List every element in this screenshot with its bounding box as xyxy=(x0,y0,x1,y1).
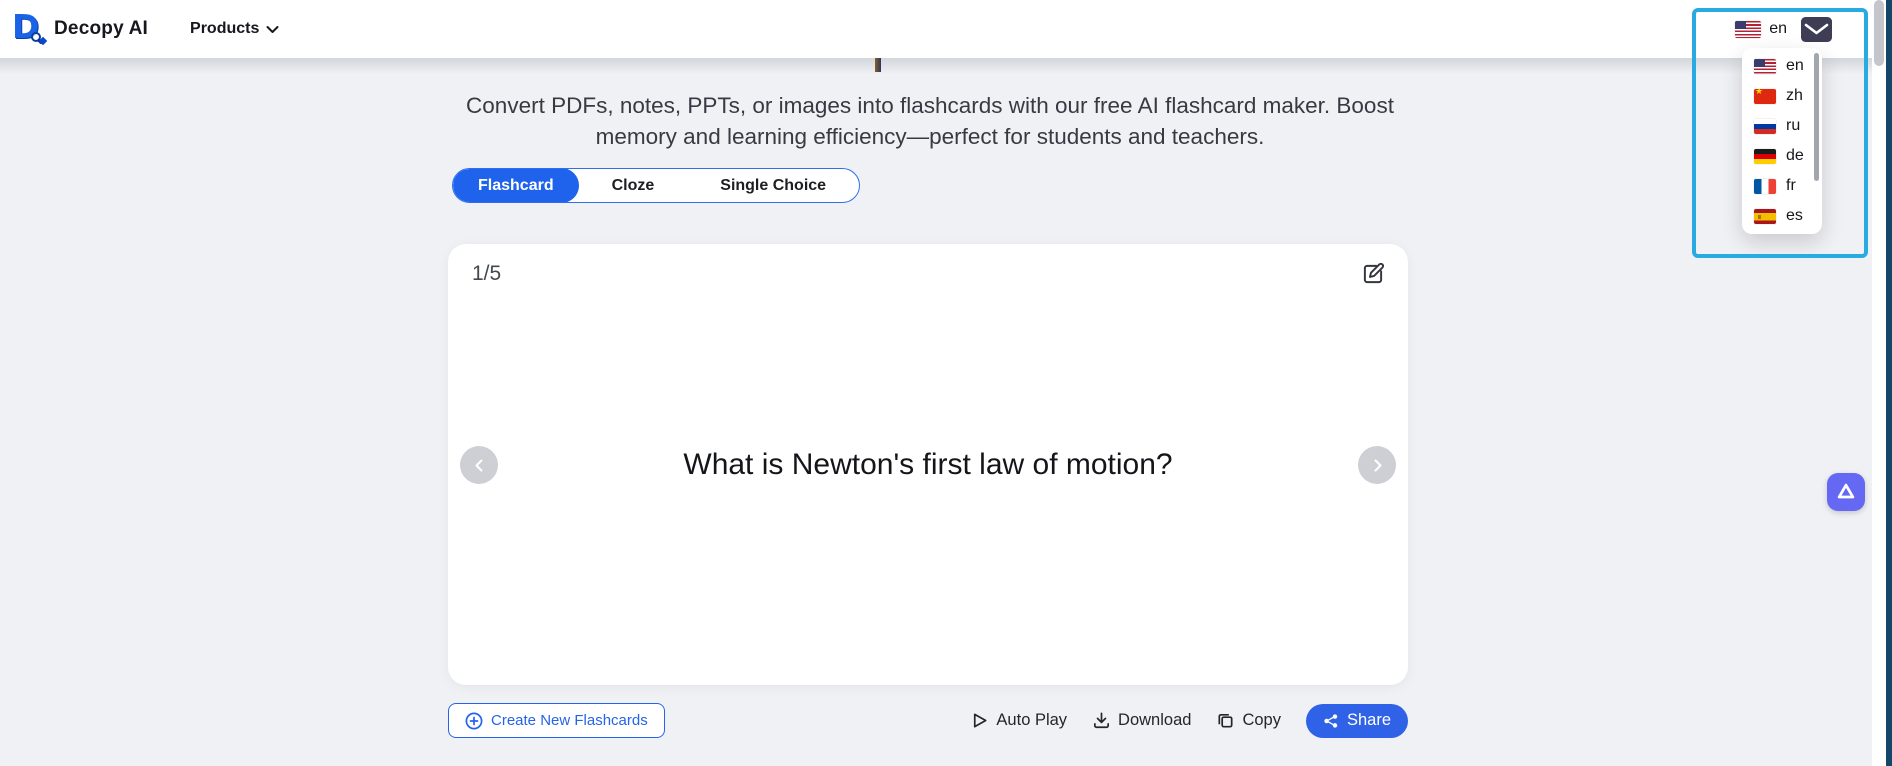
decopy-logo-icon: D xyxy=(10,10,46,48)
card-actions: Auto Play Download Copy Share xyxy=(970,704,1408,738)
triangle-knot-logo-icon xyxy=(1835,481,1857,503)
language-menu-scrollbar-thumb[interactable] xyxy=(1814,53,1819,181)
page-scrollbar-track[interactable] xyxy=(1872,0,1886,766)
brand-name: Decopy AI xyxy=(54,18,148,40)
auto-play-button[interactable]: Auto Play xyxy=(970,711,1067,730)
flag-es-icon xyxy=(1754,209,1776,224)
flag-fr-icon xyxy=(1754,179,1776,194)
card-toolbar: Create New Flashcards Auto Play Download… xyxy=(448,702,1408,739)
page: D Decopy AI Products en Convert PDFs, no… xyxy=(0,0,1892,766)
flag-cn-icon xyxy=(1754,89,1776,104)
tab-single-choice[interactable]: Single Choice xyxy=(687,170,859,202)
language-menu-item-zh[interactable]: zh xyxy=(1742,81,1822,111)
share-nodes-icon xyxy=(1323,713,1339,729)
flag-us-icon xyxy=(1735,21,1761,38)
play-outline-icon xyxy=(970,711,989,730)
copy-button[interactable]: Copy xyxy=(1216,711,1281,730)
flag-ru-icon xyxy=(1754,119,1776,134)
flag-de-icon xyxy=(1754,149,1776,164)
mode-tabs: Flashcard Cloze Single Choice xyxy=(452,168,860,203)
copy-icon xyxy=(1216,711,1235,730)
header-shadow xyxy=(0,58,1872,74)
header: D Decopy AI Products en xyxy=(0,0,1872,58)
share-button[interactable]: Share xyxy=(1306,704,1408,738)
card-question: What is Newton's first law of motion? xyxy=(448,244,1408,685)
language-menu-item-de[interactable]: de xyxy=(1742,141,1822,171)
mail-envelope-icon[interactable] xyxy=(1801,17,1832,42)
window-edge xyxy=(1886,0,1892,766)
brand-home-link[interactable]: D Decopy AI xyxy=(10,10,148,48)
nav-products[interactable]: Products xyxy=(190,20,279,38)
language-menu-item-es[interactable]: es xyxy=(1742,201,1822,231)
flag-us-icon xyxy=(1754,59,1776,74)
language-menu-item-ru[interactable]: ru xyxy=(1742,111,1822,141)
chevron-down-icon xyxy=(266,25,279,34)
ai-assistant-button[interactable] xyxy=(1827,473,1865,511)
language-menu-item-en[interactable]: en xyxy=(1742,51,1822,81)
language-code: en xyxy=(1769,20,1787,38)
plus-circle-icon xyxy=(465,712,483,730)
language-menu-item-fr[interactable]: fr xyxy=(1742,171,1822,201)
page-scrollbar-thumb[interactable] xyxy=(1874,0,1884,66)
nav-products-label: Products xyxy=(190,20,259,38)
create-new-flashcards-button[interactable]: Create New Flashcards xyxy=(448,703,665,738)
tab-cloze[interactable]: Cloze xyxy=(579,170,688,202)
hero-title-remnant xyxy=(875,58,881,72)
download-icon xyxy=(1092,711,1111,730)
language-menu: en zh ru de fr es xyxy=(1742,48,1822,234)
flashcard-panel: 1/5 What is Newton's first law of motion… xyxy=(448,244,1408,685)
hero-description: Convert PDFs, notes, PPTs, or images int… xyxy=(448,90,1412,152)
tab-flashcard[interactable]: Flashcard xyxy=(453,168,579,203)
language-selector[interactable]: en xyxy=(1735,20,1787,38)
download-button[interactable]: Download xyxy=(1092,711,1191,730)
